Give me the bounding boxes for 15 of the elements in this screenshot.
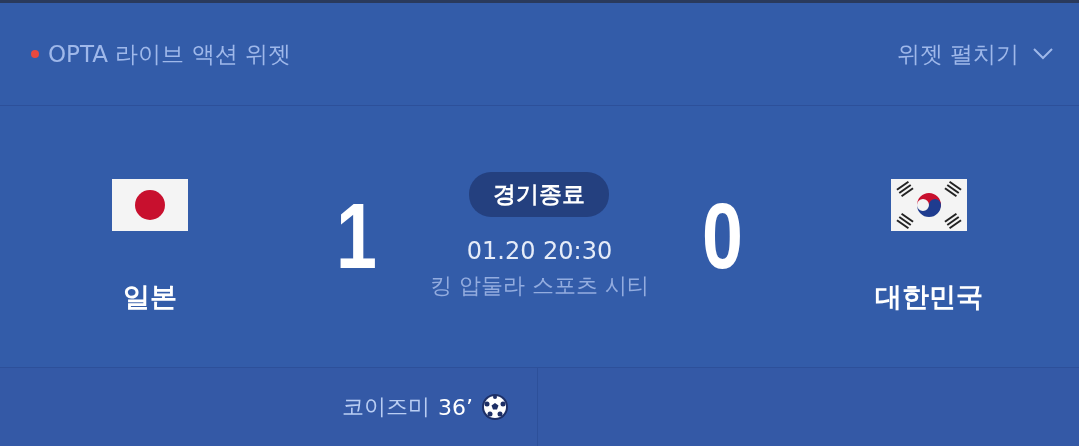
expand-widget-button[interactable]: 위젯 펼치기: [896, 38, 1053, 70]
team-name: 일본: [123, 279, 177, 314]
widget-title: OPTA 라이브 액션 위젯: [48, 39, 291, 69]
goal-scorer: 코이즈미: [342, 393, 430, 421]
match-status-badge: 경기종료: [469, 172, 610, 217]
match-venue: 킹 압둘라 스포츠 시티: [430, 272, 649, 300]
soccer-ball-icon: [481, 393, 509, 421]
team-name: 대한민국: [875, 279, 983, 314]
flag-icon: [891, 178, 967, 231]
goal-minute: 36’: [438, 394, 473, 420]
chevron-down-icon: [1033, 48, 1053, 60]
match-datetime: 01.20 20:30: [466, 237, 613, 265]
flag-icon: [112, 178, 188, 231]
away-score: 0: [702, 184, 744, 289]
home-score: 1: [335, 184, 377, 289]
